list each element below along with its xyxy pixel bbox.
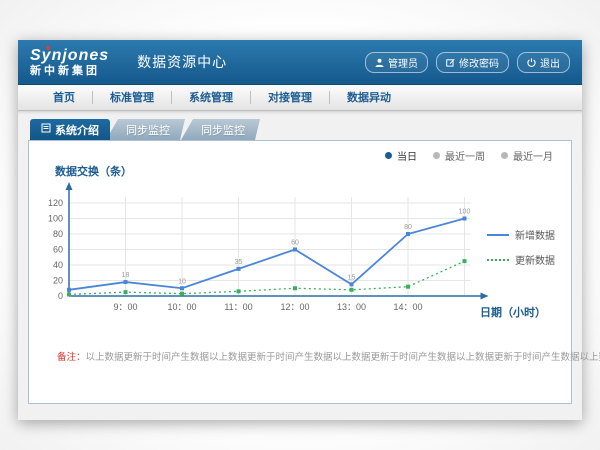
svg-text:60: 60 (291, 240, 299, 247)
chart-panel: 当日 最近一周 最近一月 数据交换（条） 0204060801001209：00… (28, 140, 572, 404)
dashed-line-icon (487, 259, 509, 261)
svg-text:18: 18 (122, 272, 130, 279)
legend-item-new-data[interactable]: 新增数据 (487, 227, 555, 242)
radio-dot-icon (501, 152, 508, 159)
nav-item-system-mgmt[interactable]: 系统管理 (172, 85, 250, 111)
filter-today[interactable]: 当日 (385, 148, 417, 163)
svg-text:120: 120 (48, 198, 63, 208)
svg-text:20: 20 (53, 276, 63, 286)
time-range-filter: 当日 最近一周 最近一月 (385, 148, 553, 163)
svg-text:100: 100 (459, 209, 471, 216)
line-chart-svg: 0 20 40 60 80 100 120 9：00 10：00 11：00 12：00 13：00 1… (29, 177, 499, 327)
svg-text:60: 60 (53, 245, 63, 255)
svg-text:15: 15 (348, 274, 356, 281)
tab-sync-monitor-2[interactable]: 同步监控 (181, 119, 260, 140)
x-axis-title: 日期（小时） (480, 304, 546, 320)
svg-text:9：00: 9：00 (113, 302, 137, 312)
svg-text:14：00: 14：00 (393, 302, 422, 312)
nav-item-home[interactable]: 首页 (36, 85, 92, 111)
legend-item-update-data[interactable]: 更新数据 (487, 252, 555, 267)
page-title: 数据资源中心 (137, 52, 227, 72)
svg-text:80: 80 (53, 229, 63, 239)
logo-spark-icon (46, 46, 50, 50)
change-password-button[interactable]: 修改密码 (436, 52, 509, 73)
tab-bar: 系统介绍 同步监控 同步监控 (30, 119, 582, 140)
logo-text-cn: 新中新集团 (30, 66, 109, 77)
edit-icon (446, 58, 455, 67)
user-icon (375, 58, 384, 67)
nav-item-interface-mgmt[interactable]: 对接管理 (251, 85, 329, 111)
solid-line-icon (487, 234, 509, 236)
filter-last-month[interactable]: 最近一月 (501, 148, 553, 163)
radio-dot-icon (385, 152, 392, 159)
svg-text:10: 10 (178, 278, 186, 285)
svg-text:12：00: 12：00 (280, 302, 309, 312)
nav-item-standard-mgmt[interactable]: 标准管理 (93, 85, 171, 111)
nav-item-data-change[interactable]: 数据异动 (330, 85, 408, 111)
content-area: 系统介绍 同步监控 同步监控 当日 最近一周 (18, 111, 582, 420)
logo-text-en: Synjones (30, 48, 109, 64)
tab-system-intro[interactable]: 系统介绍 (30, 119, 110, 140)
filter-last-week[interactable]: 最近一周 (433, 148, 485, 163)
footnote: 备注：以上数据更新于时间产生数据以上数据更新于时间产生数据以上数据更新于时间产生… (57, 349, 600, 363)
document-icon (41, 123, 51, 136)
header-actions: 管理员 修改密码 退出 (365, 52, 570, 73)
app-header: Synjones 新中新集团 数据资源中心 管理员 修改密码 退出 (18, 40, 582, 85)
main-nav: 首页 标准管理 系统管理 对接管理 数据异动 (18, 85, 582, 111)
svg-text:10：00: 10：00 (167, 302, 196, 312)
logout-button[interactable]: 退出 (517, 52, 570, 73)
svg-text:13：00: 13：00 (337, 302, 366, 312)
svg-text:35: 35 (235, 259, 243, 266)
app-window: Synjones 新中新集团 数据资源中心 管理员 修改密码 退出 (18, 40, 582, 420)
footnote-label: 备注： (57, 352, 86, 363)
power-icon (527, 58, 536, 67)
svg-text:40: 40 (53, 260, 63, 270)
brand-logo: Synjones 新中新集团 (30, 48, 123, 77)
svg-text:100: 100 (48, 214, 63, 224)
radio-dot-icon (433, 152, 440, 159)
tab-sync-monitor-1[interactable]: 同步监控 (106, 119, 185, 140)
series-legend: 新增数据 更新数据 (487, 227, 555, 267)
admin-user-button[interactable]: 管理员 (365, 52, 428, 73)
svg-text:0: 0 (58, 291, 63, 301)
svg-text:80: 80 (404, 224, 412, 231)
svg-text:11：00: 11：00 (224, 302, 252, 312)
footnote-text: 以上数据更新于时间产生数据以上数据更新于时间产生数据以上数据更新于时间产生数据以… (86, 352, 600, 363)
